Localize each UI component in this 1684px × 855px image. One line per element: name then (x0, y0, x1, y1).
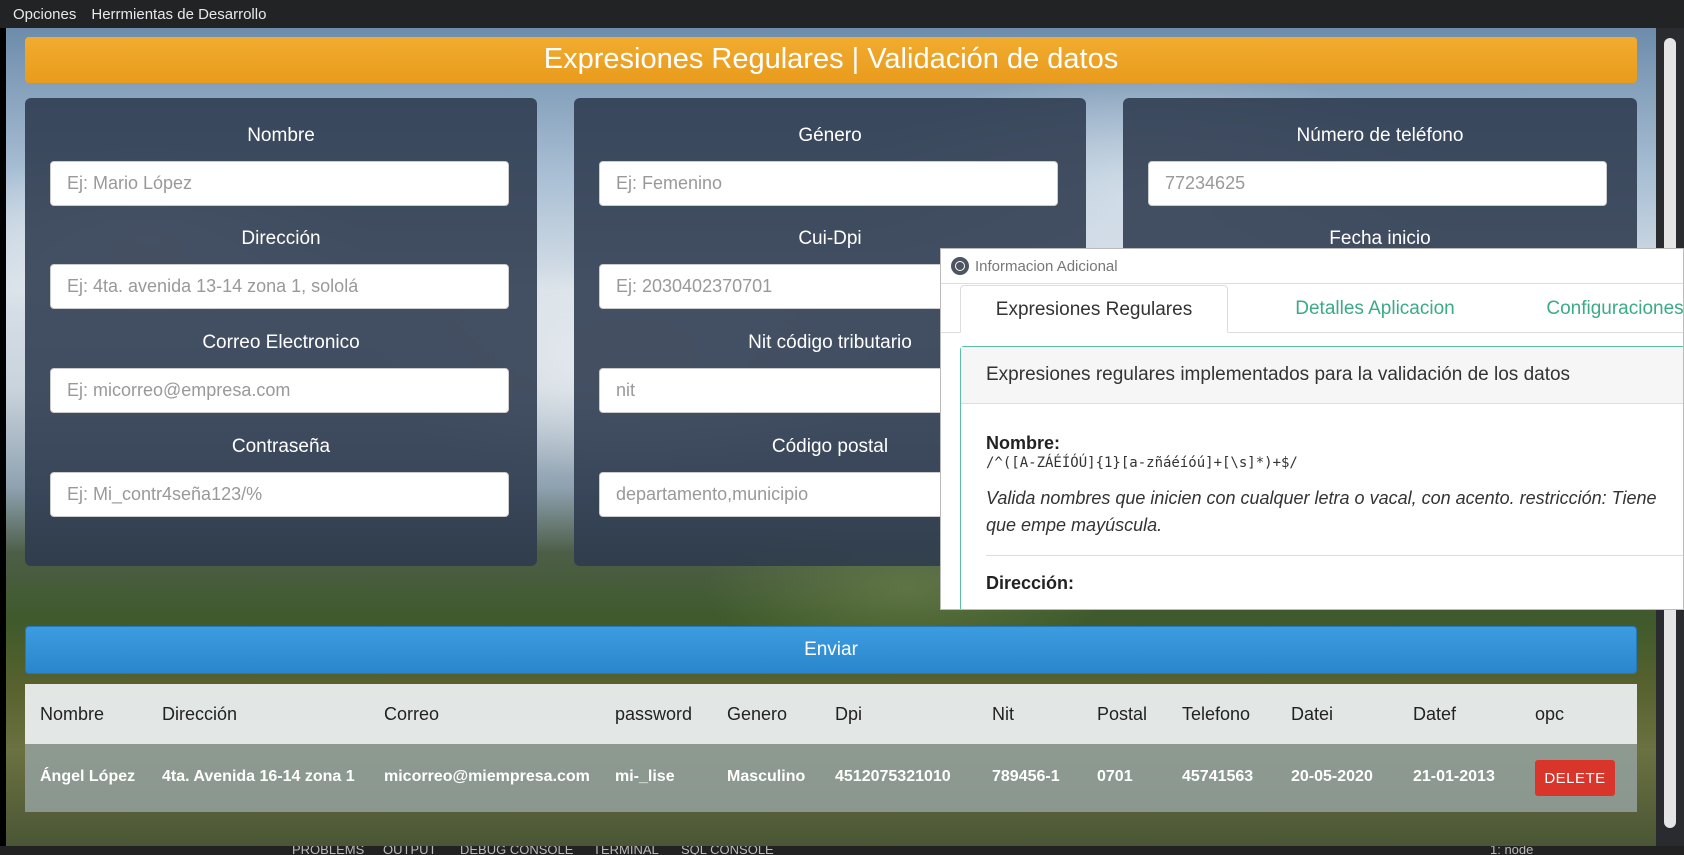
menu-herramientas[interactable]: Herrmientas de Desarrollo (91, 6, 266, 23)
tab-detalles[interactable]: Detalles Aplicacion (1241, 285, 1509, 333)
bottom-panel: PROBLEMS OUTPUT DEBUG CONSOLE TERMINAL S… (0, 846, 1684, 855)
th-opc: opc (1535, 704, 1565, 724)
th-password: password (615, 704, 693, 724)
modal-titlebar[interactable]: Informacion Adicional (941, 249, 1683, 284)
th-genero: Genero (727, 704, 788, 724)
rule-nombre-regex: /^([A-ZÁÉÍÓÚ]{1}[a-zñáéíóú]+[\s]*)+$/ (986, 455, 1298, 471)
terminal-select[interactable]: 1: node (1490, 846, 1533, 855)
tab-expresiones[interactable]: Expresiones Regulares (960, 285, 1228, 333)
cell-password: mi-_lise (615, 768, 675, 785)
cell-datei: 20-05-2020 (1291, 768, 1373, 785)
cell-nit: 789456-1 (992, 768, 1060, 785)
panel-tab-output[interactable]: OUTPUT (383, 846, 436, 855)
cell-nombre: Ángel López (40, 768, 136, 785)
panel-tab-problems[interactable]: PROBLEMS (292, 846, 364, 855)
delete-button[interactable]: DELETE (1535, 760, 1615, 796)
contrasena-label: Contraseña (231, 436, 331, 457)
cell-dpi: 4512075321010 (835, 768, 951, 785)
modal-title: Informacion Adicional (975, 257, 1118, 275)
table-header: Nombre Dirección Correo password Genero … (25, 684, 1637, 744)
panel-tab-debug[interactable]: DEBUG CONSOLE (460, 846, 573, 855)
panel-heading: Expresiones regulares implementados para… (961, 347, 1683, 404)
cell-telefono: 45741563 (1182, 768, 1254, 785)
contrasena-input[interactable] (50, 472, 509, 517)
menu-opciones[interactable]: Opciones (13, 6, 76, 23)
cell-postal: 0701 (1097, 768, 1133, 785)
genero-label: Género (798, 125, 862, 146)
direccion-label: Dirección (241, 228, 321, 249)
th-nombre: Nombre (40, 704, 105, 724)
th-direccion: Dirección (162, 704, 238, 724)
th-datef: Datef (1413, 704, 1457, 724)
modal-tabs: Expresiones Regulares Detalles Aplicacio… (941, 285, 1683, 333)
form-card-personal: Nombre Dirección Correo Electronico Cont… (25, 98, 537, 566)
th-postal: Postal (1097, 704, 1148, 724)
th-nit: Nit (992, 704, 1014, 724)
correo-input[interactable] (50, 368, 509, 413)
rule-nombre-description: Valida nombres que inicien con cualquer … (986, 488, 1657, 535)
divider (986, 555, 1683, 556)
rule-nombre-title: Nombre: (986, 433, 1061, 453)
cell-correo: micorreo@miempresa.com (384, 768, 590, 785)
table-row: Ángel López 4ta. Avenida 16-14 zona 1 mi… (25, 744, 1637, 812)
th-correo: Correo (384, 704, 440, 724)
menubar: Opciones Herrmientas de Desarrollo (0, 0, 1684, 28)
telefono-input[interactable] (1148, 161, 1607, 206)
info-modal: Informacion Adicional Expresiones Regula… (940, 248, 1684, 610)
data-table: Nombre Dirección Correo password Genero … (25, 684, 1637, 812)
regex-panel: Expresiones regulares implementados para… (960, 346, 1683, 609)
panel-tab-sql[interactable]: SQL CONSOLE (681, 846, 774, 855)
th-datei: Datei (1291, 704, 1334, 724)
cell-genero: Masculino (727, 768, 806, 785)
cui-label: Cui-Dpi (798, 228, 862, 249)
app-icon (951, 257, 969, 275)
nombre-input[interactable] (50, 161, 509, 206)
tab-configuraciones[interactable]: Configuraciones (1481, 285, 1683, 333)
rule-direccion-title: Dirección: (986, 573, 1075, 593)
cell-datef: 21-01-2013 (1413, 768, 1495, 785)
cell-direccion: 4ta. Avenida 16-14 zona 1 (162, 768, 355, 785)
enviar-button[interactable]: Enviar (25, 626, 1637, 674)
panel-tab-terminal[interactable]: TERMINAL (593, 846, 659, 855)
th-dpi: Dpi (835, 704, 863, 724)
fecha-inicio-label: Fecha inicio (1329, 228, 1431, 249)
telefono-label: Número de teléfono (1296, 125, 1464, 146)
th-telefono: Telefono (1182, 704, 1251, 724)
page-title: Expresiones Regulares | Validación de da… (25, 37, 1637, 83)
correo-label: Correo Electronico (202, 332, 360, 353)
direccion-input[interactable] (50, 264, 509, 309)
genero-input[interactable] (599, 161, 1058, 206)
nombre-label: Nombre (247, 125, 315, 146)
